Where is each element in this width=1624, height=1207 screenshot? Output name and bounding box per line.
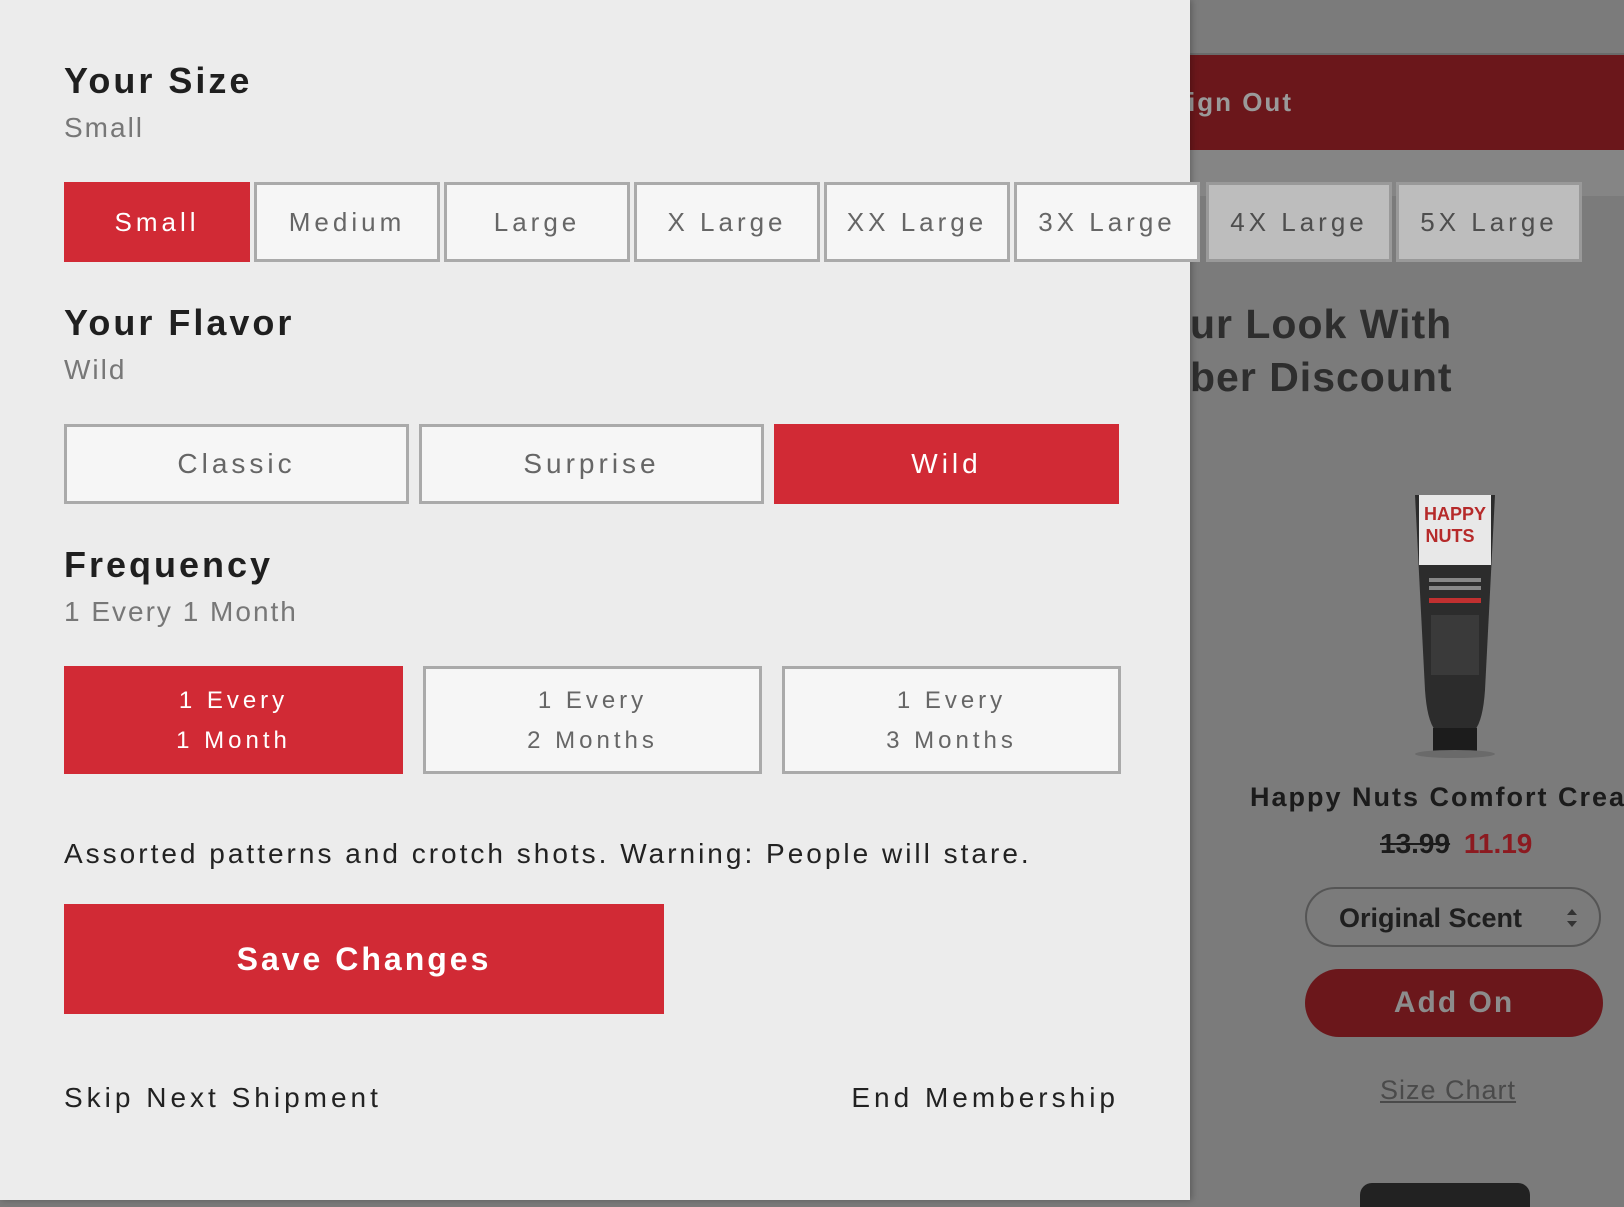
frequency-option-3-months[interactable]: 1 Every 3 Months [782,666,1121,774]
discount-heading-line-1: ur Look With [1190,301,1453,347]
flavor-option-classic[interactable]: Classic [64,424,409,504]
frequency-section-title: Frequency [64,544,274,585]
skip-next-shipment-link[interactable]: Skip Next Shipment [64,1082,382,1114]
flavor-section-title: Your Flavor [64,302,295,343]
frequency-option-line-2: 3 Months [886,727,1017,754]
flavor-option-wild[interactable]: Wild [774,424,1119,504]
end-membership-link[interactable]: End Membership [851,1082,1119,1114]
size-option-x-large[interactable]: X Large [634,182,820,262]
flavor-option-surprise[interactable]: Surprise [419,424,764,504]
old-price: 13.99 [1380,828,1451,859]
product-image[interactable]: HAPPY NUTS [1405,490,1505,760]
svg-text:HAPPY: HAPPY [1424,504,1486,524]
product-name[interactable]: Happy Nuts Comfort Crea [1250,782,1624,813]
discount-heading: ur Look With ber Discount [1190,298,1624,404]
size-option-large[interactable]: Large [444,182,630,262]
add-on-button[interactable]: Add On [1305,969,1603,1037]
frequency-option-2-months[interactable]: 1 Every 2 Months [423,666,762,774]
size-option-3x-large[interactable]: 3X Large [1014,182,1200,262]
select-arrows-icon [1567,909,1577,927]
product-shadow [1415,750,1495,758]
size-option-5x-large[interactable]: 5X Large [1396,182,1582,262]
scent-select-value: Original Scent [1339,903,1523,933]
discount-heading-line-2: ber Discount [1190,354,1453,400]
size-option-xx-large[interactable]: XX Large [824,182,1010,262]
size-option-4x-large[interactable]: 4X Large [1206,182,1392,262]
frequency-option-line-1: 1 Every [537,687,648,714]
save-changes-button[interactable]: Save Changes [64,904,664,1014]
size-option-small[interactable]: Small [64,182,250,262]
frequency-option-line-2: 1 Month [176,727,291,754]
size-section-title: Your Size [64,60,253,101]
scent-select[interactable]: Original Scent [1305,887,1601,947]
flavor-selected-value: Wild [64,354,127,385]
membership-settings-panel: Your Size Small Small Medium Large X Lar… [0,0,1200,1200]
frequency-selected-value: 1 Every 1 Month [64,596,298,627]
frequency-option-line-1: 1 Every [178,687,289,714]
product-price: 13.99 11.19 [1380,828,1532,860]
flavor-description: Assorted patterns and crotch shots. Warn… [64,838,1032,869]
frequency-option-line-2: 2 Months [527,727,658,754]
frequency-option-line-1: 1 Every [896,687,1007,714]
size-selected-value: Small [64,112,145,143]
sign-out-bar[interactable]: ign Out [1188,55,1624,150]
svg-text:NUTS: NUTS [1426,526,1475,546]
size-chart-link[interactable]: Size Chart [1380,1075,1516,1106]
sale-price: 11.19 [1463,828,1533,859]
sign-out-label: ign Out [1188,87,1293,117]
next-product-image [1360,1183,1530,1207]
size-option-medium[interactable]: Medium [254,182,440,262]
frequency-option-1-month[interactable]: 1 Every 1 Month [64,666,403,774]
